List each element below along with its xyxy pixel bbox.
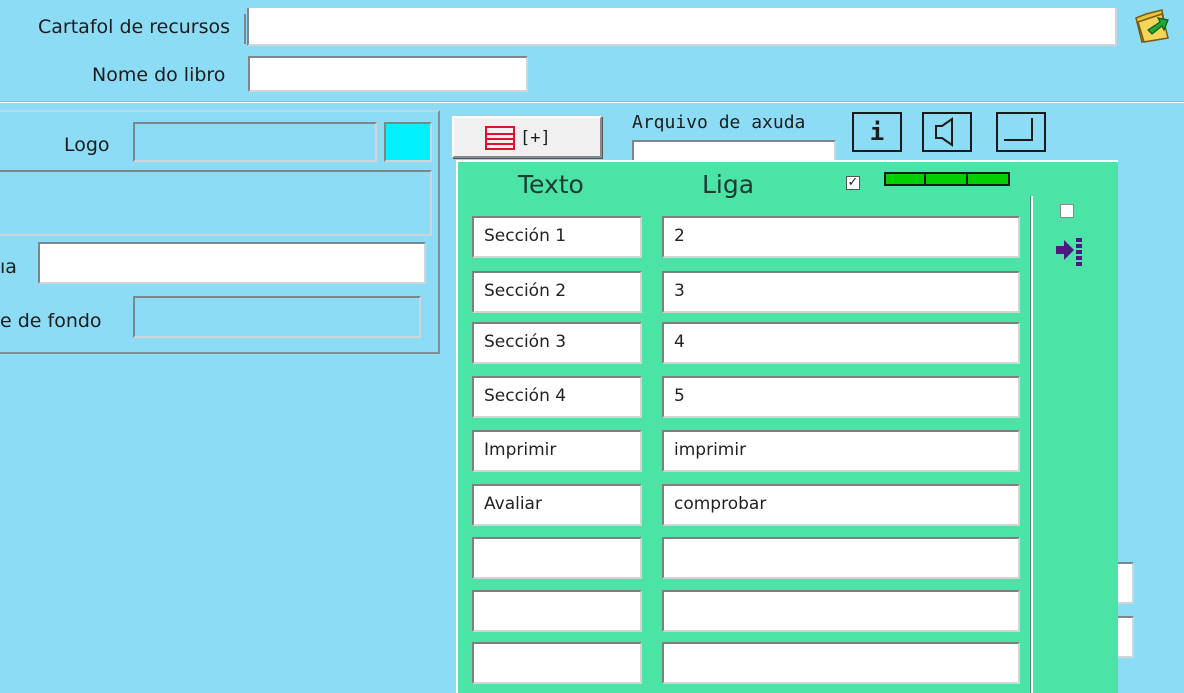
logo-input[interactable] xyxy=(133,122,377,162)
speaker-icon xyxy=(935,117,953,147)
cartafol-divider xyxy=(244,14,246,44)
sound-button[interactable] xyxy=(922,112,972,152)
window-icon xyxy=(1004,118,1033,141)
row3-input[interactable] xyxy=(133,296,421,338)
info-icon: i xyxy=(869,118,885,146)
row-9-text[interactable] xyxy=(472,642,642,684)
row-8-text[interactable] xyxy=(472,590,642,632)
row-1-text[interactable]: Sección 1 xyxy=(472,216,642,258)
separator-line xyxy=(0,101,1184,103)
checkmark-icon: ✓ xyxy=(847,175,859,190)
window-button[interactable] xyxy=(996,112,1046,152)
green-indicator-1 xyxy=(884,172,926,186)
row-2-text[interactable]: Sección 2 xyxy=(472,271,642,313)
left-group-box xyxy=(0,170,432,236)
info-button[interactable]: i xyxy=(852,112,902,152)
row-7-text[interactable] xyxy=(472,537,642,579)
row-2-link[interactable]: 3 xyxy=(662,271,1020,313)
add-document-button[interactable]: [+] xyxy=(452,116,602,158)
row-3-link[interactable]: 4 xyxy=(662,322,1020,364)
row-5-text[interactable]: Imprimir xyxy=(472,430,642,472)
row3-label: e de fondo xyxy=(0,310,102,332)
logo-color-swatch[interactable] xyxy=(384,122,432,162)
show-table-checkbox[interactable]: ✓ xyxy=(846,176,860,190)
nome-input[interactable] xyxy=(248,56,528,92)
help-file-label: Arquivo de axuda xyxy=(632,112,806,133)
row-8-link[interactable] xyxy=(662,590,1020,632)
row-1-link[interactable]: 2 xyxy=(662,216,1020,258)
row2-input[interactable] xyxy=(38,242,426,284)
column-header-link: Liga xyxy=(702,170,755,199)
row-5-link[interactable]: imprimir xyxy=(662,430,1020,472)
help-file-input[interactable] xyxy=(632,140,836,160)
row-4-link[interactable]: 5 xyxy=(662,376,1020,418)
cartafol-label: Cartafol de recursos xyxy=(38,16,231,38)
add-button-label: [+] xyxy=(520,128,551,148)
row-9-link[interactable] xyxy=(662,642,1020,684)
column-header-text: Texto xyxy=(518,170,584,199)
side-option-checkbox[interactable] xyxy=(1060,204,1074,218)
row-6-link[interactable]: comprobar xyxy=(662,484,1020,526)
cartafol-input[interactable] xyxy=(247,8,1117,46)
right-edge-field-2[interactable] xyxy=(1118,616,1134,658)
links-panel-divider xyxy=(1030,196,1033,693)
row-6-text[interactable]: Avaliar xyxy=(472,484,642,526)
row-3-text[interactable]: Sección 3 xyxy=(472,322,642,364)
document-list-icon xyxy=(485,126,515,150)
row2-label: ıa xyxy=(0,256,17,278)
green-indicator-3 xyxy=(966,172,1010,186)
nome-label: Nome do libro xyxy=(92,64,226,86)
insert-arrow-icon[interactable] xyxy=(1054,234,1088,268)
right-edge-field-1[interactable] xyxy=(1118,562,1134,604)
green-indicator-2 xyxy=(924,172,968,186)
row-7-link[interactable] xyxy=(662,537,1020,579)
logo-label: Logo xyxy=(64,134,110,156)
row-4-text[interactable]: Sección 4 xyxy=(472,376,642,418)
folder-open-icon[interactable] xyxy=(1132,4,1172,44)
